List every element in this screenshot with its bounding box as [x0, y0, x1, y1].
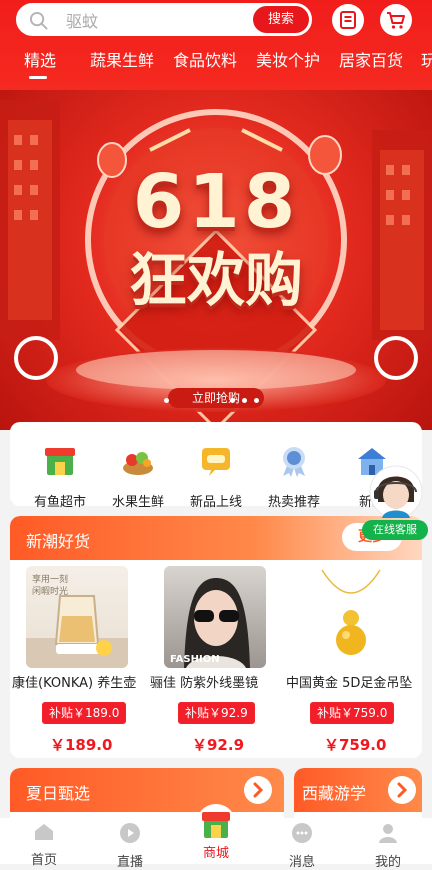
image-caption: 闲暇时光	[32, 587, 69, 597]
tab-home[interactable]: 居家百货	[339, 50, 403, 72]
tibet-title: 西藏游学	[302, 784, 367, 803]
nav-message[interactable]: 消息	[272, 822, 332, 870]
product-price: ￥189.0	[50, 736, 113, 754]
gold-pendant-image	[321, 569, 381, 655]
tab-beauty[interactable]: 美妆个护	[256, 50, 320, 72]
cart-icon	[387, 12, 405, 29]
category-label: 热卖推荐	[267, 495, 320, 510]
message-icon	[292, 823, 312, 843]
nav-live[interactable]: 直播	[100, 822, 160, 870]
nav-label: 消息	[288, 855, 315, 870]
nav-label: 我的	[374, 855, 401, 870]
category-fruit[interactable]: 水果生鲜	[98, 444, 178, 510]
category-shortcuts: 有鱼超市 水果生鲜 新品上线 热卖推荐 新疆	[10, 422, 422, 510]
promo-banner[interactable]: 618 狂欢购 立即抢购	[0, 90, 432, 430]
tibet-header: 西藏游学	[294, 768, 422, 812]
image-caption: FASHION	[170, 654, 220, 665]
mall-icon	[202, 812, 230, 838]
live-icon	[120, 823, 140, 843]
profile-icon	[379, 824, 397, 843]
sunglasses-model-image	[184, 578, 250, 668]
tab-fresh[interactable]: 蔬果生鲜	[90, 50, 154, 72]
fruit-basket-icon	[123, 452, 153, 475]
category-hot[interactable]: 热卖推荐	[254, 444, 334, 510]
category-new[interactable]: 新品上线	[176, 444, 256, 510]
home-icon	[35, 824, 53, 840]
search-input[interactable]	[64, 9, 228, 33]
product-name: 骊佳 防紫外线墨镜	[150, 676, 259, 691]
category-label: 水果生鲜	[111, 495, 164, 510]
mall-icon-wrap	[196, 804, 236, 844]
trending-title: 新潮好货	[26, 532, 91, 551]
product-image-sunglasses: FASHION	[164, 566, 266, 668]
subsidy-badge: 补贴￥189.0	[42, 702, 127, 724]
summer-title: 夏日甄选	[26, 784, 91, 803]
product-name: 康佳(KONKA) 养生壶	[12, 676, 137, 691]
trending-header: 新潮好货 更多	[10, 516, 422, 560]
order-list-icon	[340, 11, 356, 29]
subsidy-badge: 补贴￥92.9	[178, 702, 255, 724]
search-bar[interactable]: 搜索	[16, 3, 312, 36]
cart-button[interactable]	[380, 4, 412, 36]
nav-profile[interactable]: 我的	[358, 822, 418, 870]
product-price: ￥92.9	[192, 736, 245, 754]
subsidy-badge: 补贴￥759.0	[310, 702, 395, 724]
product-name: 中国黄金 5D足金吊坠	[286, 676, 413, 691]
category-supermarket[interactable]: 有鱼超市	[20, 444, 100, 510]
tibet-arrow-button[interactable]	[388, 776, 416, 804]
bottom-navigation: 首页 直播 商城 消息 我的	[0, 804, 432, 870]
product-price: ￥759.0	[324, 736, 387, 754]
thumbs-up-badge-icon	[283, 447, 305, 477]
category-label: 有鱼超市	[33, 495, 86, 510]
nav-label: 直播	[116, 855, 143, 870]
nav-label: 首页	[30, 853, 57, 868]
service-label: 在线客服	[362, 520, 428, 540]
active-tab-indicator	[29, 76, 47, 79]
category-label: 新品上线	[189, 495, 242, 510]
order-list-button[interactable]	[332, 4, 364, 36]
carousel-dots	[0, 398, 432, 404]
product-image-kettle: 享用一刻 闲暇时光	[26, 566, 128, 668]
customer-service-float[interactable]: 在线客服	[362, 462, 428, 542]
store-icon	[45, 448, 75, 475]
top-header: 搜索 精选 蔬果生鲜 食品饮料 美妆个护 居家百货 玩	[0, 0, 432, 90]
product-image-pendant	[300, 566, 402, 668]
chevron-right-icon	[397, 782, 408, 798]
category-tabs: 精选 蔬果生鲜 食品饮料 美妆个护 居家百货 玩	[0, 50, 432, 80]
tab-food[interactable]: 食品饮料	[173, 50, 237, 72]
summer-arrow-button[interactable]	[244, 776, 272, 804]
search-icon	[29, 11, 48, 30]
banner-headline-carnival: 狂欢购	[128, 246, 303, 314]
tab-more[interactable]: 玩	[421, 50, 432, 72]
search-button[interactable]: 搜索	[253, 6, 309, 33]
service-agent-icon	[369, 465, 423, 519]
nav-label: 商城	[202, 846, 229, 861]
tab-featured[interactable]: 精选	[24, 50, 56, 72]
trending-section: 新潮好货 更多 享用一刻 闲暇时光 康佳(KONKA) 养生壶 补贴￥189.0…	[10, 516, 422, 758]
chevron-right-icon	[253, 782, 264, 798]
nav-home[interactable]: 首页	[14, 822, 74, 868]
new-product-icon	[202, 448, 230, 476]
nav-mall[interactable]: 商城	[186, 804, 246, 861]
banner-headline-618: 618	[132, 159, 300, 245]
